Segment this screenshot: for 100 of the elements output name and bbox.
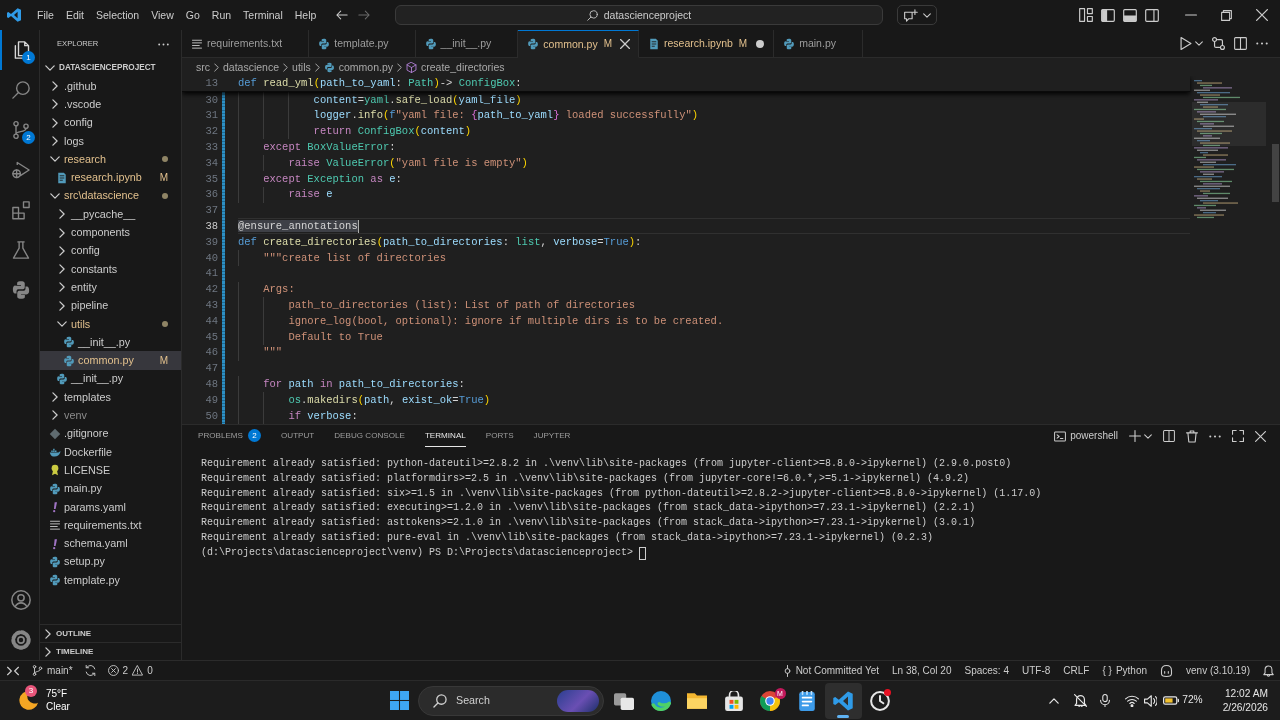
menu-item[interactable]: Selection <box>90 8 146 22</box>
remote-icon[interactable] <box>7 664 19 677</box>
tree-item[interactable]: logs <box>40 131 181 151</box>
back-arrow-icon[interactable] <box>336 10 349 20</box>
menu-item[interactable]: Edit <box>59 8 90 22</box>
breadcrumb[interactable]: create_directories <box>406 60 505 74</box>
close-icon[interactable] <box>1255 430 1266 442</box>
tree-item[interactable]: schema.yaml <box>40 534 181 553</box>
tree-item[interactable]: Dockerfile <box>40 442 181 462</box>
tree-item[interactable]: main.py <box>40 479 181 498</box>
maximize-icon[interactable] <box>1232 430 1244 442</box>
menu-item[interactable]: Go <box>179 8 206 22</box>
compare-changes-icon[interactable] <box>1212 37 1225 50</box>
account-icon[interactable] <box>10 590 31 610</box>
branch-status[interactable]: main* <box>32 664 73 677</box>
status-item[interactable]: Ln 38, Col 20 <box>892 664 952 677</box>
menu-item[interactable]: Help <box>288 8 323 22</box>
close-icon[interactable] <box>620 39 630 49</box>
tree-item[interactable]: .vscode <box>40 95 181 114</box>
tree-item[interactable]: pipeline <box>40 296 181 315</box>
tree-item[interactable]: utils <box>40 314 181 334</box>
split-terminal-icon[interactable] <box>1163 430 1175 442</box>
tree-item[interactable]: entity <box>40 278 181 297</box>
tree-item[interactable]: __pycache__ <box>40 205 181 224</box>
tree-item[interactable]: components <box>40 223 181 242</box>
tree-item[interactable]: research <box>40 150 181 169</box>
plus-icon[interactable] <box>1129 430 1141 442</box>
editor-tab[interactable]: common.py M <box>518 30 639 58</box>
panel-tab[interactable]: OUTPUT <box>281 425 315 447</box>
taskbar-search[interactable]: Search <box>418 685 604 716</box>
tree-root[interactable]: DATASCIENCEPROJECT <box>40 58 181 77</box>
taskbar-button[interactable] <box>825 682 862 719</box>
breadcrumb[interactable]: common.py <box>323 60 393 74</box>
section-header[interactable]: OUTLINE <box>40 624 181 642</box>
run-icon[interactable] <box>1180 37 1192 50</box>
menu-item[interactable]: Run <box>205 8 238 22</box>
caret-icon[interactable] <box>1144 433 1152 439</box>
status-item[interactable]: venv (3.10.19) <box>1186 664 1250 677</box>
scrollbar-thumb[interactable] <box>1272 144 1279 202</box>
more-icon[interactable] <box>158 42 169 46</box>
breadcrumb[interactable]: utils <box>292 60 311 74</box>
panel-tab[interactable]: DEBUG CONSOLE <box>334 425 405 447</box>
tree-item[interactable]: common.py M <box>40 351 181 370</box>
settings-icon[interactable] <box>10 630 31 650</box>
forward-arrow-icon[interactable] <box>358 10 371 20</box>
status-item[interactable]: CRLF <box>1063 664 1090 677</box>
command-center[interactable]: datascienceproject <box>395 5 883 25</box>
status-item[interactable]: Not Committed Yet <box>782 664 879 677</box>
battery-icon[interactable] <box>1163 696 1180 705</box>
chat-button[interactable] <box>897 5 937 25</box>
terminal-selector[interactable]: powershell <box>1054 430 1118 442</box>
panel-bottom-icon[interactable] <box>1123 8 1137 22</box>
status-item[interactable]: UTF-8 <box>1022 664 1051 677</box>
more-icon[interactable] <box>1209 434 1221 438</box>
sidebar-left-icon[interactable] <box>1101 8 1115 22</box>
menu-item[interactable]: File <box>31 8 60 22</box>
panel-tab[interactable]: JUPYTER <box>533 425 571 447</box>
copilot-icon[interactable] <box>1160 664 1174 677</box>
tree-item[interactable]: templates <box>40 388 181 407</box>
breadcrumb[interactable]: src <box>196 60 210 74</box>
tree-item[interactable]: constants <box>40 259 181 279</box>
tree-item[interactable]: requirements.txt <box>40 516 181 535</box>
microphone-icon[interactable] <box>1099 694 1112 707</box>
panel-tab[interactable]: TERMINAL <box>424 425 466 447</box>
sync-icon[interactable] <box>84 665 96 676</box>
menu-item[interactable]: View <box>145 8 180 22</box>
menu-item[interactable]: Terminal <box>237 8 289 22</box>
tree-item[interactable]: template.py <box>40 571 181 590</box>
speaker-icon[interactable] <box>1144 694 1158 707</box>
tree-item[interactable]: config <box>40 113 181 132</box>
problems-status[interactable]: 2 0 <box>107 664 153 677</box>
panel-tab[interactable]: PROBLEMS 2 <box>198 425 261 447</box>
tree-item[interactable]: src\datascience <box>40 186 181 206</box>
close-icon[interactable] <box>1256 9 1268 21</box>
status-item[interactable]: Spaces: 4 <box>964 664 1009 677</box>
tree-item[interactable]: __init__.py <box>40 369 181 389</box>
layout-icon[interactable] <box>1079 8 1093 22</box>
bell-slash-icon[interactable] <box>1074 694 1088 707</box>
restore-icon[interactable] <box>1221 9 1232 21</box>
tree-item[interactable]: LICENSE <box>40 461 181 480</box>
unsaved-dot-icon[interactable] <box>756 39 765 48</box>
tree-item[interactable]: params.yaml <box>40 497 181 517</box>
breadcrumb[interactable]: datascience <box>223 60 280 74</box>
activity-tab[interactable]: 2 <box>0 110 39 150</box>
panel-tab[interactable]: PORTS <box>485 425 514 447</box>
language-status[interactable]: { } Python <box>1102 664 1148 677</box>
tree-item[interactable]: venv <box>40 406 181 425</box>
tree-item[interactable]: __init__.py <box>40 333 181 352</box>
caret-icon[interactable] <box>1195 41 1203 46</box>
windows-logo-icon[interactable] <box>389 691 409 710</box>
crescent-moon-icon[interactable] <box>18 690 38 711</box>
tree-item[interactable]: .github <box>40 77 181 96</box>
tree-item[interactable]: config <box>40 241 181 260</box>
bell-icon[interactable] <box>1263 664 1274 677</box>
wifi-icon[interactable] <box>1125 694 1140 707</box>
tree-item[interactable]: setup.py <box>40 552 181 571</box>
split-editor-icon[interactable] <box>1234 37 1247 50</box>
chevron-up-icon[interactable] <box>1049 697 1060 704</box>
more-icon[interactable] <box>1256 42 1268 45</box>
tree-item[interactable]: research.ipynb M <box>40 168 181 187</box>
